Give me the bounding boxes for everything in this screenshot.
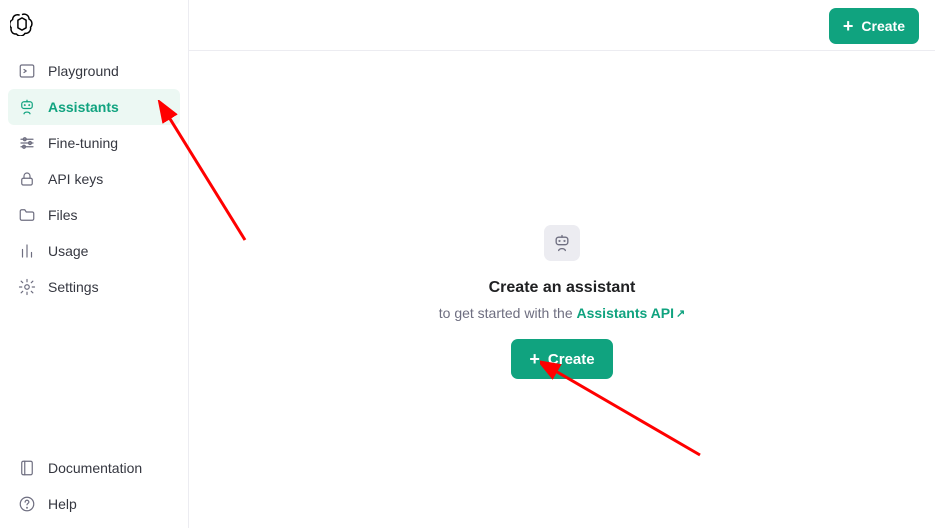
empty-state: Create an assistant to get started with … xyxy=(189,225,935,379)
sidebar-item-label: Fine-tuning xyxy=(48,135,118,151)
robot-icon xyxy=(552,233,572,253)
sidebar-item-assistants[interactable]: Assistants xyxy=(8,89,180,125)
topbar: + Create xyxy=(189,0,935,51)
openai-logo[interactable] xyxy=(0,0,188,49)
sidebar-item-label: Files xyxy=(48,207,78,223)
lock-icon xyxy=(18,170,36,188)
plus-icon: + xyxy=(843,17,854,35)
sidebar-item-label: Settings xyxy=(48,279,99,295)
create-button-center[interactable]: + Create xyxy=(511,339,612,379)
sidebar-item-usage[interactable]: Usage xyxy=(8,233,180,269)
gear-icon xyxy=(18,278,36,296)
plus-icon: + xyxy=(529,350,540,368)
empty-state-subtext: to get started with the Assistants API↗ xyxy=(439,305,685,321)
main-panel: + Create Create an assistant to get star… xyxy=(189,0,935,528)
external-link-icon: ↗ xyxy=(676,308,685,320)
sidebar-item-label: Usage xyxy=(48,243,88,259)
assistants-api-link[interactable]: Assistants API↗ xyxy=(577,305,686,321)
sidebar-item-label: Documentation xyxy=(48,460,142,476)
sidebar-item-fine-tuning[interactable]: Fine-tuning xyxy=(8,125,180,161)
button-label: Create xyxy=(861,18,905,34)
sidebar-item-files[interactable]: Files xyxy=(8,197,180,233)
sliders-icon xyxy=(18,134,36,152)
sidebar-item-help[interactable]: Help xyxy=(8,486,180,522)
sidebar-item-label: Playground xyxy=(48,63,119,79)
button-label: Create xyxy=(548,351,595,368)
assistant-icon-chip xyxy=(544,225,580,261)
chart-icon xyxy=(18,242,36,260)
folder-icon xyxy=(18,206,36,224)
help-icon xyxy=(18,495,36,513)
sidebar-item-label: Assistants xyxy=(48,99,119,115)
sidebar-item-api-keys[interactable]: API keys xyxy=(8,161,180,197)
sidebar-item-label: API keys xyxy=(48,171,103,187)
sidebar-item-settings[interactable]: Settings xyxy=(8,269,180,305)
robot-icon xyxy=(18,98,36,116)
terminal-icon xyxy=(18,62,36,80)
subtext-prefix: to get started with the xyxy=(439,305,577,321)
sidebar-item-label: Help xyxy=(48,496,77,512)
sidebar: Playground Assistants Fine-tuning API ke… xyxy=(0,0,189,528)
sidebar-item-documentation[interactable]: Documentation xyxy=(8,450,180,486)
book-icon xyxy=(18,459,36,477)
sidebar-item-playground[interactable]: Playground xyxy=(8,53,180,89)
empty-state-heading: Create an assistant xyxy=(489,279,636,297)
sidebar-bottom: Documentation Help xyxy=(0,446,188,528)
create-button-top[interactable]: + Create xyxy=(829,8,919,44)
sidebar-nav: Playground Assistants Fine-tuning API ke… xyxy=(0,49,188,309)
